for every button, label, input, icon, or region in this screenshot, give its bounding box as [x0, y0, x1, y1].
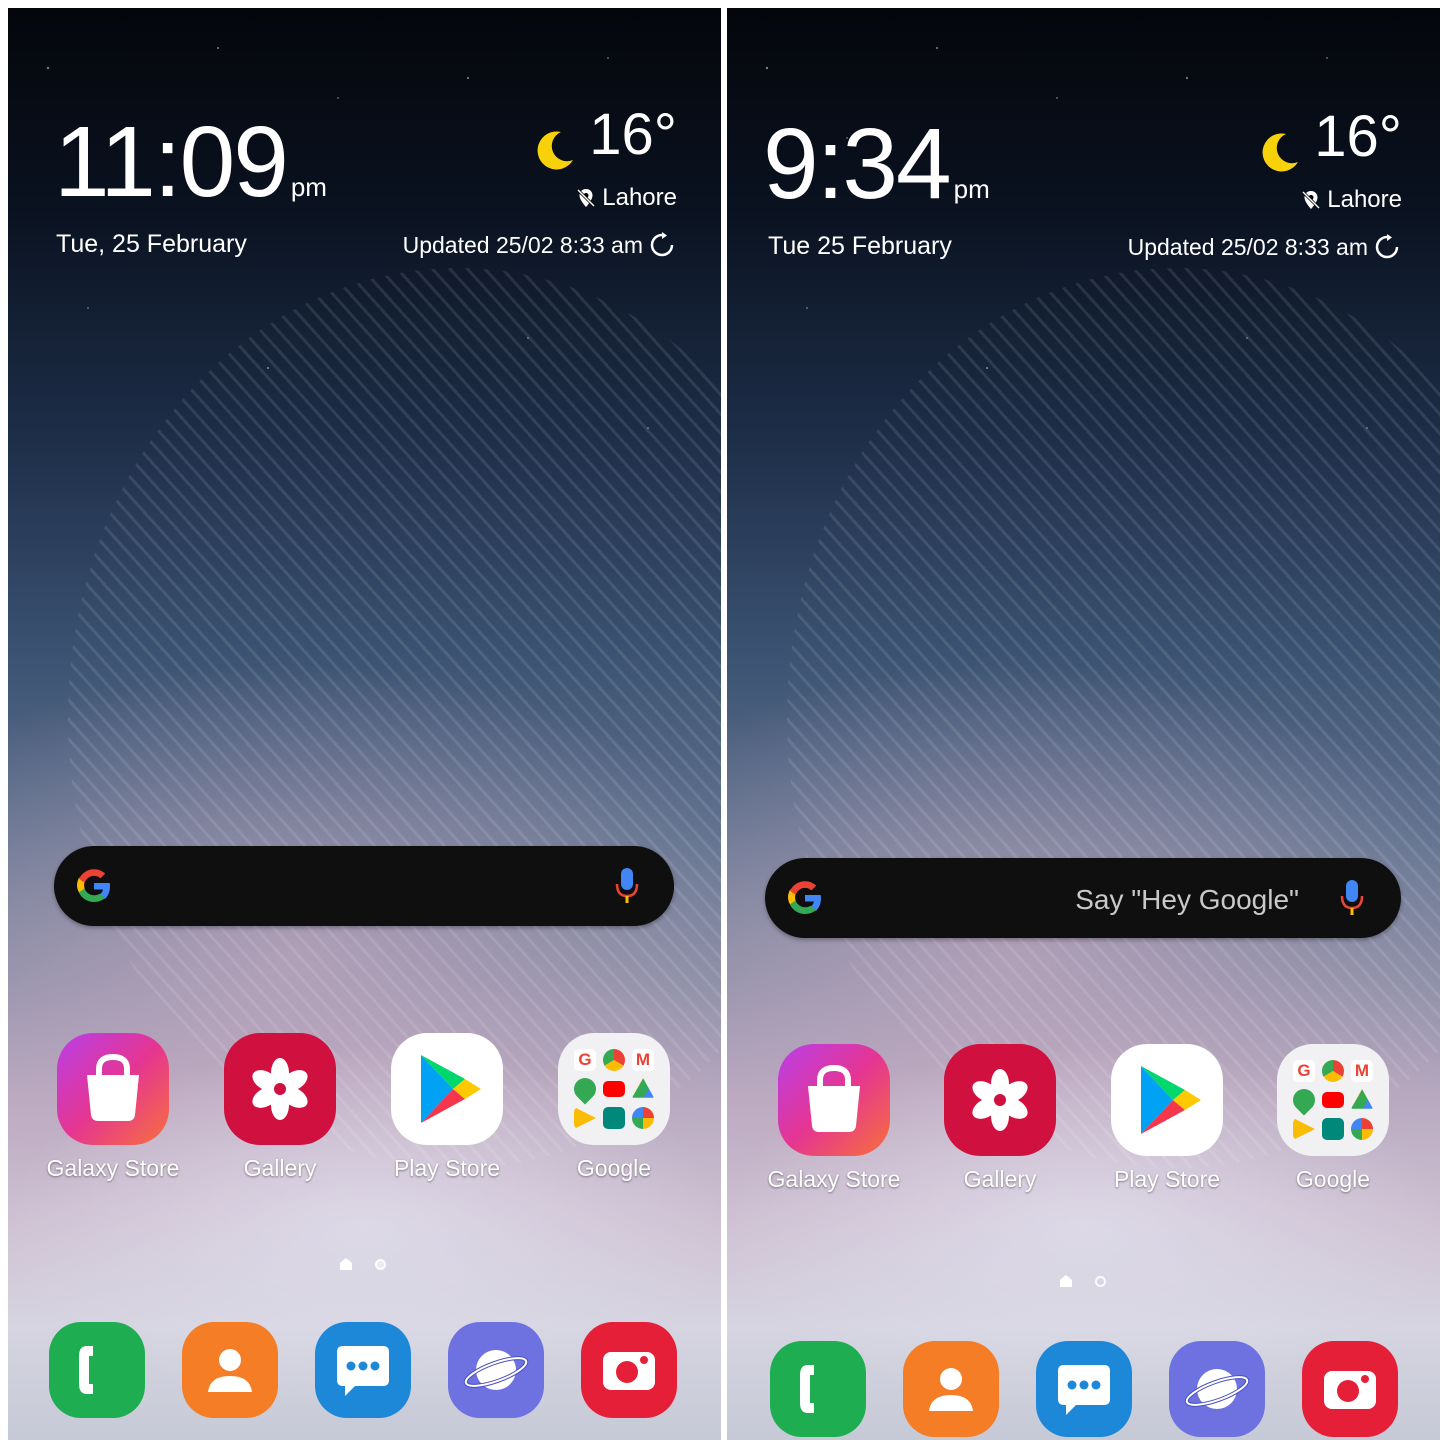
page-indicator-dot[interactable]	[1095, 1276, 1106, 1287]
home-screen-left: 11:09 pm Tue, 25 February 16° Lahore Upda…	[8, 8, 721, 1440]
app-galaxy-store[interactable]: Galaxy Store	[759, 1044, 909, 1193]
app-label: Google	[576, 1155, 652, 1181]
app-label: Galaxy Store	[46, 1155, 180, 1181]
internet-icon[interactable]	[1169, 1341, 1265, 1437]
refresh-icon[interactable]	[649, 232, 675, 258]
duo-mini-icon	[603, 1107, 625, 1129]
clock-widget[interactable]: 11:09 pm	[54, 112, 327, 212]
weather-temperature: 16°	[1314, 104, 1402, 169]
play-movies-mini-icon	[574, 1107, 596, 1129]
clock-ampm: pm	[953, 174, 990, 204]
microphone-icon[interactable]	[1337, 878, 1367, 918]
weather-updated[interactable]: Updated 25/02 8:33 am	[1128, 234, 1400, 261]
galaxy-store-icon	[57, 1033, 169, 1145]
app-google-folder[interactable]: G M Google	[1258, 1044, 1408, 1193]
google-g-icon	[77, 869, 110, 902]
refresh-icon[interactable]	[1374, 234, 1400, 260]
moon-icon	[1262, 133, 1299, 172]
location-off-icon	[1302, 190, 1321, 209]
weather-city: Lahore	[1327, 185, 1402, 213]
app-gallery[interactable]: Gallery	[205, 1033, 355, 1182]
app-label: Galaxy Store	[767, 1166, 901, 1192]
location-off-icon	[577, 188, 596, 207]
google-g-icon	[788, 881, 821, 914]
gallery-icon	[944, 1044, 1056, 1156]
youtube-mini-icon	[603, 1081, 625, 1097]
home-screen-right: 9:34 pm Tue 25 February 16° Lahore Update…	[727, 8, 1440, 1440]
photos-mini-icon	[1351, 1118, 1373, 1140]
app-label: Gallery	[243, 1155, 317, 1181]
google-folder-icon: G M	[558, 1033, 670, 1145]
weather-city: Lahore	[602, 183, 677, 211]
play-store-icon	[1111, 1044, 1223, 1156]
messages-icon[interactable]	[315, 1322, 411, 1418]
camera-icon[interactable]	[1302, 1341, 1398, 1437]
gallery-icon	[224, 1033, 336, 1145]
app-label: Gallery	[963, 1166, 1037, 1192]
app-label: Google	[1295, 1166, 1371, 1192]
home-page-indicator-icon[interactable]	[339, 1257, 353, 1271]
chrome-mini-icon	[1322, 1060, 1344, 1082]
search-hint: Say "Hey Google"	[1075, 884, 1299, 915]
weather-widget[interactable]: 16° Lahore	[533, 106, 677, 212]
weather-updated-text: Updated 25/02 8:33 am	[402, 232, 643, 258]
youtube-mini-icon	[1322, 1092, 1344, 1108]
google-mini-icon: G	[1293, 1060, 1315, 1082]
chrome-mini-icon	[603, 1049, 625, 1071]
drive-mini-icon	[632, 1078, 654, 1098]
page-indicator-dot[interactable]	[375, 1259, 386, 1270]
home-page-indicator-icon[interactable]	[1059, 1274, 1073, 1288]
weather-widget[interactable]: 16° Lahore	[1258, 108, 1402, 214]
google-folder-icon: G M	[1277, 1044, 1389, 1156]
clock-ampm: pm	[290, 172, 327, 202]
app-gallery[interactable]: Gallery	[925, 1044, 1075, 1193]
messages-icon[interactable]	[1036, 1341, 1132, 1437]
moon-icon	[537, 131, 574, 170]
app-play-store[interactable]: Play Store	[372, 1033, 522, 1182]
google-mini-icon: G	[574, 1049, 596, 1071]
google-search-bar[interactable]	[54, 846, 674, 926]
contacts-icon[interactable]	[182, 1322, 278, 1418]
microphone-icon[interactable]	[612, 866, 642, 906]
maps-mini-icon	[569, 1073, 601, 1105]
weather-updated-text: Updated 25/02 8:33 am	[1127, 234, 1368, 260]
clock-time: 9:34	[763, 108, 952, 220]
app-label: Play Store	[1113, 1166, 1221, 1192]
maps-mini-icon	[1288, 1084, 1320, 1116]
contacts-icon[interactable]	[903, 1341, 999, 1437]
clock-widget[interactable]: 9:34 pm	[763, 114, 990, 214]
gmail-mini-icon: M	[632, 1049, 654, 1071]
clock-date: Tue 25 February	[768, 232, 952, 260]
clock-time: 11:09	[54, 106, 289, 218]
internet-icon[interactable]	[448, 1322, 544, 1418]
phone-icon[interactable]	[770, 1341, 866, 1437]
clock-date: Tue, 25 February	[56, 230, 247, 258]
photos-mini-icon	[632, 1107, 654, 1129]
play-store-icon	[391, 1033, 503, 1145]
app-galaxy-store[interactable]: Galaxy Store	[38, 1033, 188, 1182]
galaxy-store-icon	[778, 1044, 890, 1156]
duo-mini-icon	[1322, 1118, 1344, 1140]
camera-icon[interactable]	[581, 1322, 677, 1418]
weather-temperature: 16°	[589, 102, 677, 167]
app-play-store[interactable]: Play Store	[1092, 1044, 1242, 1193]
drive-mini-icon	[1351, 1089, 1373, 1109]
google-search-bar[interactable]: Say "Hey Google"	[765, 858, 1401, 938]
phone-icon[interactable]	[49, 1322, 145, 1418]
app-label: Play Store	[393, 1155, 501, 1181]
play-movies-mini-icon	[1293, 1118, 1315, 1140]
app-google-folder[interactable]: G M Google	[539, 1033, 689, 1182]
gmail-mini-icon: M	[1351, 1060, 1373, 1082]
weather-updated[interactable]: Updated 25/02 8:33 am	[403, 232, 675, 259]
